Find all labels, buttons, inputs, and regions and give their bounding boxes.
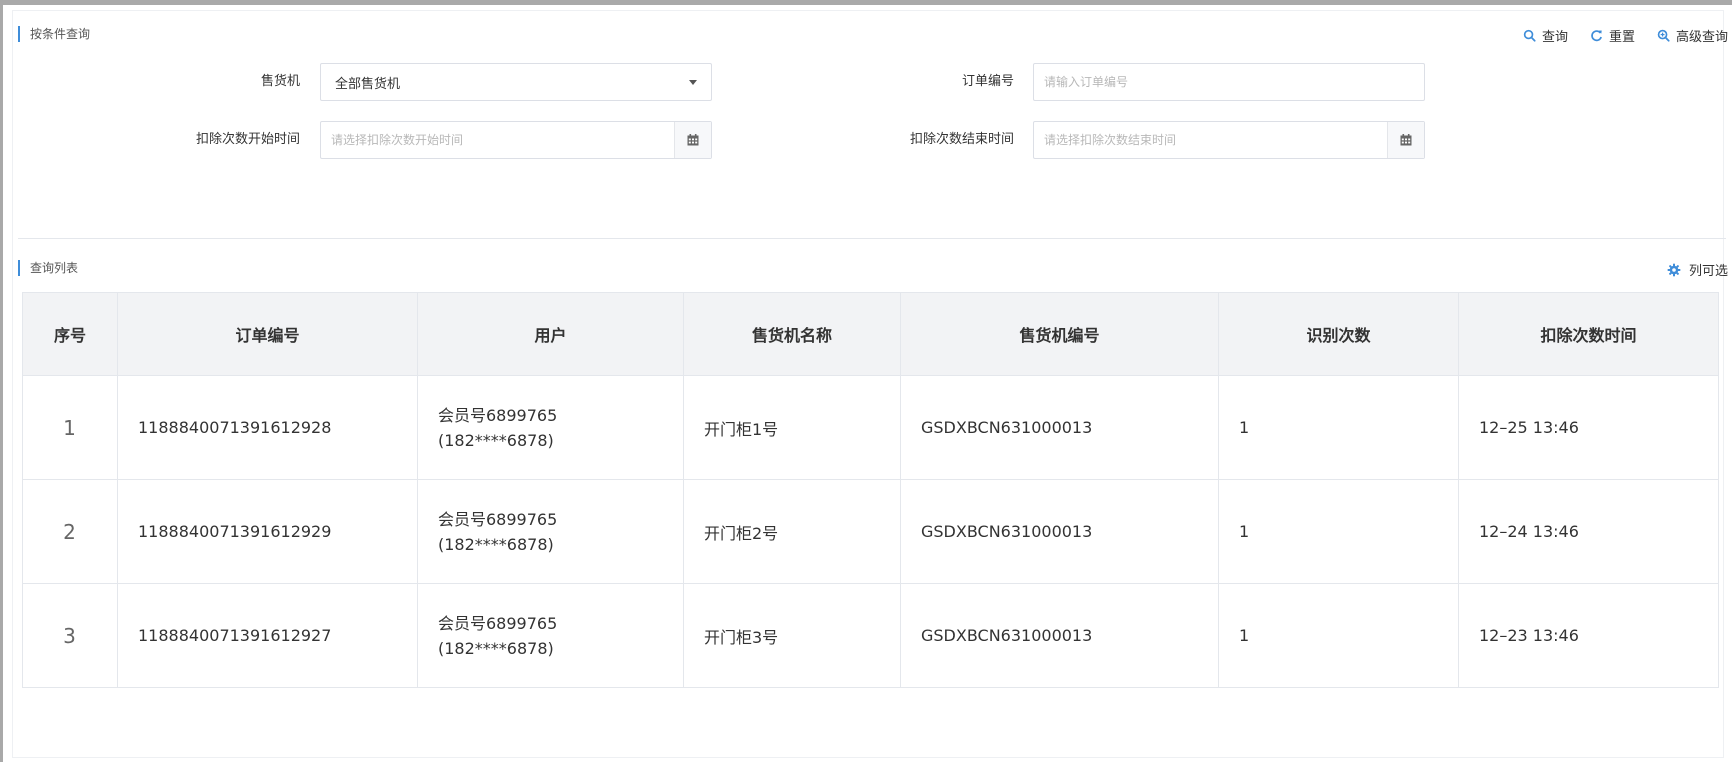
cell-index: 2: [22, 479, 118, 584]
cell-deduct-time: 12–24 13:46: [1458, 479, 1719, 584]
column-header-machine-name[interactable]: 售货机名称: [683, 292, 901, 376]
column-header-index[interactable]: 序号: [22, 292, 118, 376]
cell-user-member: 会员号6899765: [438, 405, 558, 425]
order-no-input[interactable]: [1034, 64, 1424, 100]
cell-machine-no: GSDXBCN631000013: [900, 479, 1219, 584]
vending-machine-select[interactable]: 全部售货机: [320, 63, 712, 101]
end-time-calendar-button[interactable]: [1387, 122, 1424, 158]
column-header-recognition-count[interactable]: 识别次数: [1218, 292, 1459, 376]
search-icon: [1523, 29, 1536, 42]
end-time-input[interactable]: [1034, 122, 1386, 158]
vending-machine-label: 售货机: [260, 74, 300, 89]
cell-order-no: 1188840071391612929: [117, 479, 418, 584]
window-frame-top: [0, 0, 1732, 5]
search-section-title: 按条件查询: [18, 26, 90, 42]
vending-machine-selected-value: 全部售货机: [335, 76, 401, 92]
cell-order-no: 1188840071391612928: [117, 375, 418, 480]
query-button[interactable]: 查询: [1523, 26, 1568, 45]
cell-user-phone: (182****6878): [438, 430, 554, 450]
cell-deduct-time: 12–23 13:46: [1458, 583, 1719, 688]
results-table: 序号 订单编号 用户 售货机名称 售货机编号 识别次数 扣除次数时间 1 118…: [22, 292, 1719, 688]
gear-icon: [1667, 263, 1681, 276]
cell-recognition-count: 1: [1218, 583, 1459, 688]
window-frame-left: [0, 0, 3, 762]
advanced-query-button[interactable]: 高级查询: [1657, 26, 1728, 45]
column-header-user[interactable]: 用户: [417, 292, 684, 376]
cell-machine-name: 开门柜2号: [683, 479, 901, 584]
start-time-label: 扣除次数开始时间: [195, 132, 300, 147]
list-section-title: 查询列表: [18, 260, 78, 276]
cell-user: 会员号6899765 (182****6878): [417, 583, 684, 688]
section-divider: [18, 238, 1726, 239]
cell-index: 1: [22, 375, 118, 480]
calendar-icon: [687, 134, 699, 146]
start-time-calendar-button[interactable]: [674, 122, 711, 158]
column-header-machine-no[interactable]: 售货机编号: [900, 292, 1219, 376]
cell-order-no: 1188840071391612927: [117, 583, 418, 688]
chevron-down-icon: [689, 80, 697, 85]
cell-user: 会员号6899765 (182****6878): [417, 479, 684, 584]
cell-index: 3: [22, 583, 118, 688]
search-toolbar: 查询 重置 高级查询: [1523, 26, 1728, 45]
cell-user: 会员号6899765 (182****6878): [417, 375, 684, 480]
cell-recognition-count: 1: [1218, 479, 1459, 584]
table-header-row: 序号 订单编号 用户 售货机名称 售货机编号 识别次数 扣除次数时间: [22, 292, 1719, 376]
column-header-deduct-time[interactable]: 扣除次数时间: [1458, 292, 1719, 376]
calendar-icon: [1400, 134, 1412, 146]
cell-machine-name: 开门柜3号: [683, 583, 901, 688]
reset-button-label: 重置: [1608, 30, 1635, 45]
cell-user-phone: (182****6878): [438, 638, 554, 658]
column-picker-label: 列可选: [1688, 264, 1728, 279]
cell-user-phone: (182****6878): [438, 534, 554, 554]
table-row[interactable]: 1 1188840071391612928 会员号6899765 (182***…: [22, 375, 1719, 480]
table-row[interactable]: 2 1188840071391612929 会员号6899765 (182***…: [22, 479, 1719, 584]
cell-deduct-time: 12–25 13:46: [1458, 375, 1719, 480]
zoom-search-icon: [1657, 29, 1670, 42]
column-header-order-no[interactable]: 订单编号: [117, 292, 418, 376]
cell-machine-name: 开门柜1号: [683, 375, 901, 480]
cell-recognition-count: 1: [1218, 375, 1459, 480]
cell-user-member: 会员号6899765: [438, 613, 558, 633]
cell-machine-no: GSDXBCN631000013: [900, 375, 1219, 480]
start-time-field[interactable]: [320, 121, 712, 159]
end-time-field[interactable]: [1033, 121, 1425, 159]
reset-button[interactable]: 重置: [1590, 26, 1635, 45]
query-button-label: 查询: [1541, 30, 1568, 45]
order-no-label: 订单编号: [961, 74, 1014, 89]
column-picker-button[interactable]: 列可选: [1667, 260, 1728, 279]
table-row[interactable]: 3 1188840071391612927 会员号6899765 (182***…: [22, 583, 1719, 688]
cell-machine-no: GSDXBCN631000013: [900, 583, 1219, 688]
refresh-icon: [1591, 30, 1602, 42]
cell-user-member: 会员号6899765: [438, 509, 558, 529]
end-time-label: 扣除次数结束时间: [909, 132, 1014, 147]
order-no-field[interactable]: [1033, 63, 1425, 101]
start-time-input[interactable]: [321, 122, 673, 158]
advanced-query-button-label: 高级查询: [1675, 30, 1728, 45]
